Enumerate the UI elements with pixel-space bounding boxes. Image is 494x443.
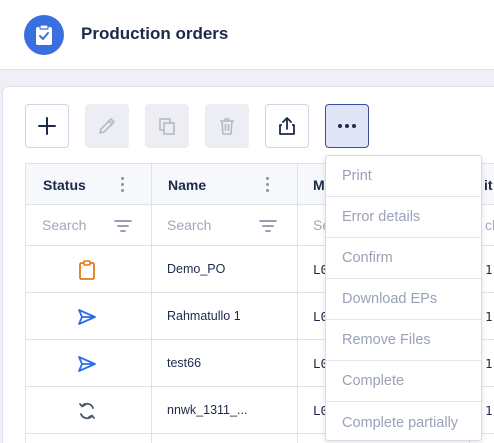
menu-item-print[interactable]: Print bbox=[326, 156, 481, 197]
order-col4: 1 bbox=[485, 403, 493, 418]
menu-item-download-eps[interactable]: Download EPs bbox=[326, 279, 481, 320]
name-search-input[interactable]: Search bbox=[167, 217, 211, 233]
order-name: Rahmatullo 1 bbox=[167, 309, 241, 323]
export-button[interactable] bbox=[265, 104, 309, 148]
column-header-status[interactable]: Status bbox=[43, 164, 86, 205]
share-icon bbox=[279, 117, 295, 135]
order-col4: 1 bbox=[485, 356, 493, 371]
column-header-4[interactable]: it bbox=[484, 164, 493, 205]
filter-icon[interactable] bbox=[259, 219, 277, 233]
column-header-3[interactable]: M bbox=[313, 164, 325, 205]
status-search-input[interactable]: Search bbox=[42, 217, 86, 233]
menu-item-confirm[interactable]: Confirm bbox=[326, 238, 481, 279]
column4-search-input[interactable]: ch bbox=[485, 217, 494, 233]
order-name: test66 bbox=[167, 356, 202, 370]
trash-icon bbox=[220, 118, 234, 135]
order-name: nnwk_1311_... bbox=[167, 403, 248, 417]
menu-item-complete[interactable]: Complete bbox=[326, 361, 481, 402]
column-header-name[interactable]: Name bbox=[168, 164, 206, 205]
plus-icon bbox=[38, 117, 56, 135]
delete-button[interactable] bbox=[205, 104, 249, 148]
edit-button[interactable] bbox=[85, 104, 129, 148]
more-actions-button[interactable] bbox=[325, 104, 369, 148]
page-title: Production orders bbox=[81, 24, 229, 43]
menu-item-error-details[interactable]: Error details bbox=[326, 197, 481, 238]
clipboard-icon bbox=[76, 259, 98, 281]
menu-item-complete-partially[interactable]: Complete partially bbox=[326, 402, 481, 443]
copy-icon bbox=[159, 118, 175, 135]
more-actions-menu: Print Error details Confirm Download EPs… bbox=[325, 155, 482, 441]
filter-icon[interactable] bbox=[114, 219, 132, 233]
refresh-icon bbox=[76, 400, 98, 422]
copy-button[interactable] bbox=[145, 104, 189, 148]
page-header: Production orders bbox=[0, 0, 494, 70]
order-col4: 1 bbox=[485, 309, 493, 324]
send-icon bbox=[76, 353, 98, 375]
column-menu-icon[interactable] bbox=[119, 176, 125, 194]
add-button[interactable] bbox=[25, 104, 69, 148]
send-icon bbox=[76, 306, 98, 328]
menu-item-remove-files[interactable]: Remove Files bbox=[326, 320, 481, 361]
pencil-icon bbox=[99, 118, 115, 134]
clipboard-check-icon bbox=[24, 15, 64, 55]
more-horizontal-icon bbox=[338, 124, 356, 128]
column-menu-icon[interactable] bbox=[264, 176, 270, 194]
order-col4: 1 bbox=[485, 262, 493, 277]
order-name: Demo_PO bbox=[167, 262, 226, 276]
